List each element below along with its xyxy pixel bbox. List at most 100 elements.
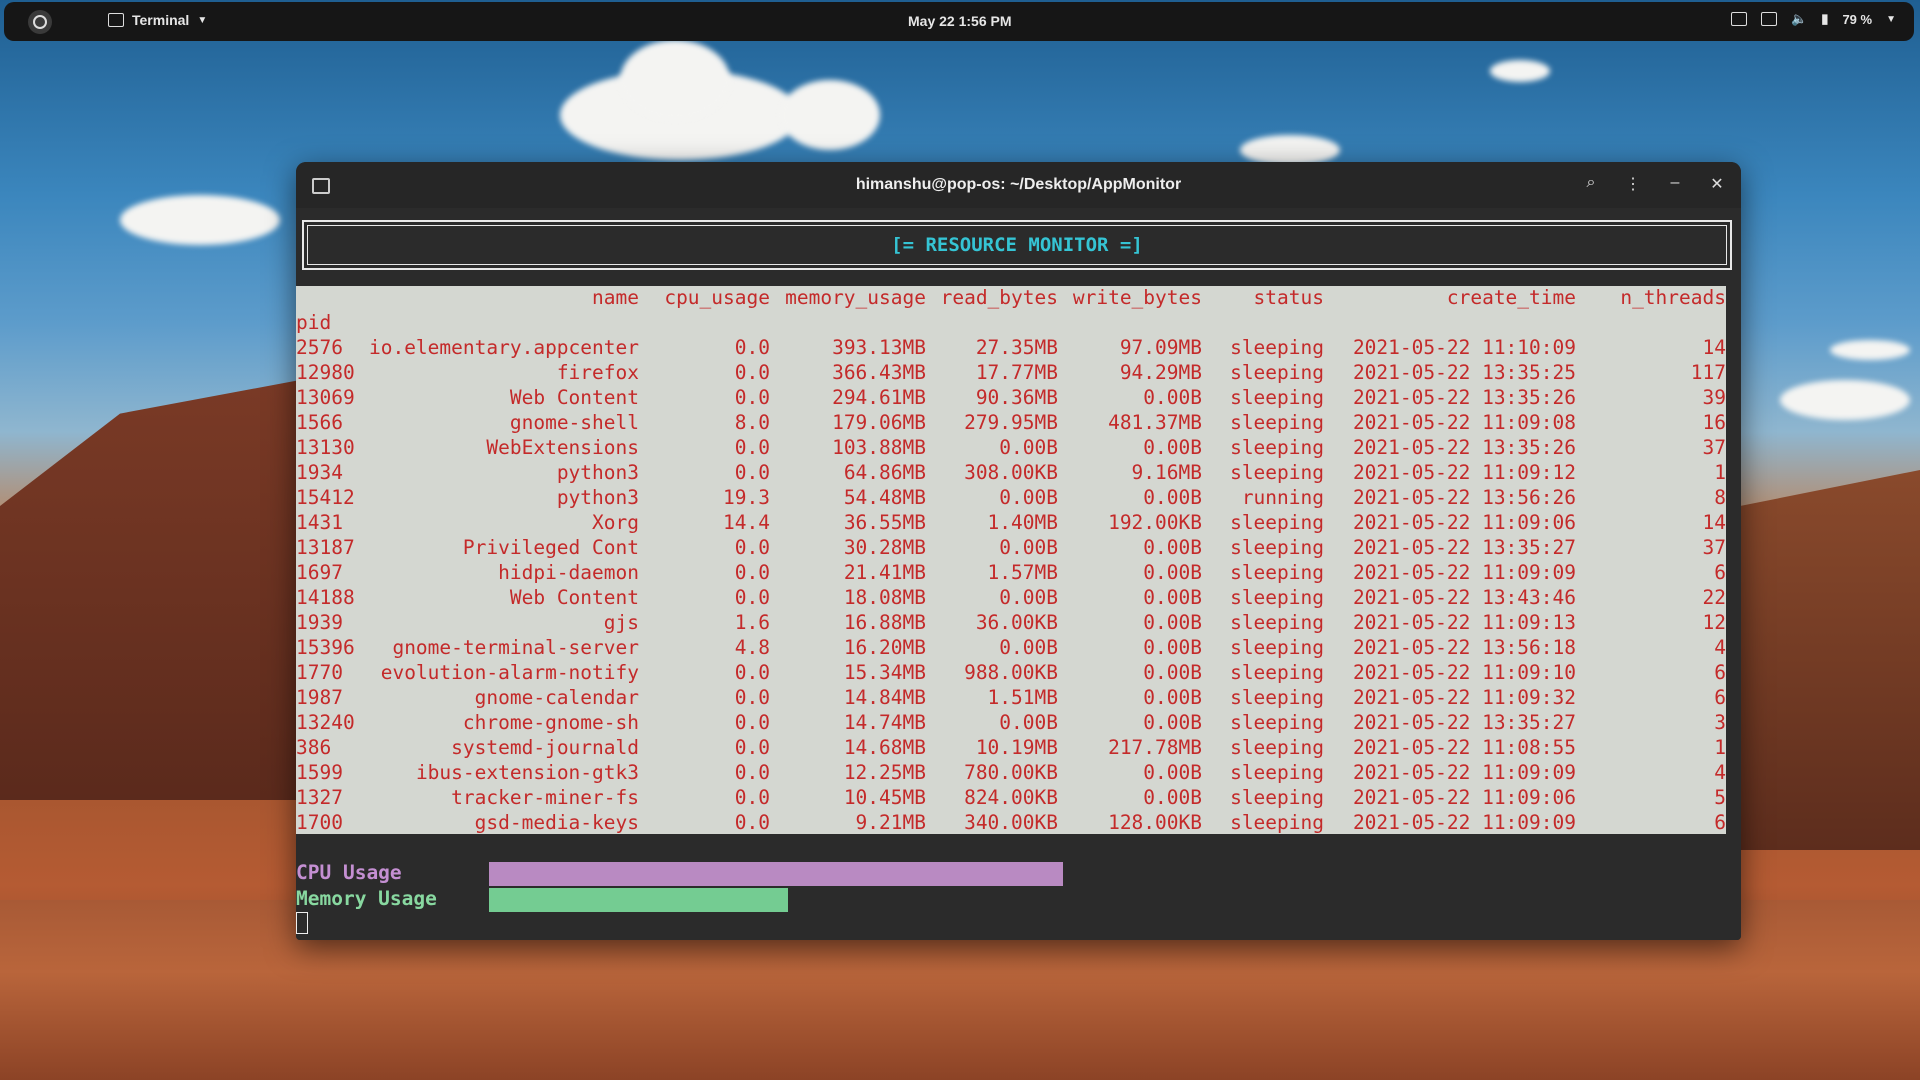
system-tray[interactable]: 🔈 ▮ 79 % ▼ bbox=[1731, 11, 1896, 27]
write-cell: 481.37MB bbox=[1108, 411, 1202, 434]
cpu-cell: 0.0 bbox=[734, 461, 770, 484]
pid-cell: 13187 bbox=[296, 536, 355, 559]
name-cell: WebExtensions bbox=[486, 436, 639, 459]
column-header-write: write_bytes bbox=[1072, 286, 1202, 309]
menu-icon[interactable]: ⋮ bbox=[1625, 174, 1641, 194]
pid-cell: 1599 bbox=[296, 761, 343, 784]
cpu-cell: 0.0 bbox=[734, 361, 770, 384]
threads-cell: 6 bbox=[1714, 561, 1726, 584]
table-row: 1934 python3 0.0 64.86MB 308.00KB 9.16MB sleep… bbox=[296, 461, 1726, 486]
name-cell: python3 bbox=[556, 486, 639, 509]
terminal-cursor bbox=[296, 912, 308, 934]
cpu-cell: 0.0 bbox=[734, 536, 770, 559]
cpu-cell: 0.0 bbox=[734, 711, 770, 734]
threads-cell: 6 bbox=[1714, 811, 1726, 834]
pid-cell: 15412 bbox=[296, 486, 355, 509]
memory-cell: 366.43MB bbox=[832, 361, 926, 384]
name-cell: systemd-journald bbox=[451, 736, 639, 759]
table-row: 15396 gnome-terminal-server 4.8 16.20MB 0.00… bbox=[296, 636, 1726, 661]
write-cell: 128.00KB bbox=[1108, 811, 1202, 834]
cpu-cell: 0.0 bbox=[734, 736, 770, 759]
memory-cell: 36.55MB bbox=[843, 511, 926, 534]
terminal-content[interactable]: [= RESOURCE MONITOR =] name cpu_usage me… bbox=[296, 208, 1741, 940]
create-time-cell: 2021-05-22 11:09:13 bbox=[1352, 611, 1576, 634]
create-time-cell: 2021-05-22 11:10:09 bbox=[1352, 336, 1576, 359]
pid-cell: 1566 bbox=[296, 411, 343, 434]
name-cell: Web Content bbox=[509, 386, 639, 409]
column-header-create-time: create_time bbox=[1446, 286, 1576, 309]
status-cell: sleeping bbox=[1230, 636, 1324, 659]
cpu-cell: 1.6 bbox=[734, 611, 770, 634]
threads-cell: 22 bbox=[1702, 586, 1726, 609]
create-time-cell: 2021-05-22 11:09:09 bbox=[1352, 561, 1576, 584]
window-titlebar[interactable]: himanshu@pop-os: ~/Desktop/AppMonitor ⌕ … bbox=[296, 162, 1741, 208]
top-panel: Terminal ▼ May 22 1:56 PM 🔈 ▮ 79 % ▼ bbox=[4, 2, 1914, 41]
window-title: himanshu@pop-os: ~/Desktop/AppMonitor bbox=[855, 176, 1182, 193]
status-cell: sleeping bbox=[1230, 686, 1324, 709]
cpu-cell: 8.0 bbox=[734, 411, 770, 434]
read-cell: 0.00B bbox=[999, 436, 1058, 459]
cpu-cell: 14.4 bbox=[723, 511, 770, 534]
create-time-cell: 2021-05-22 11:09:32 bbox=[1352, 686, 1576, 709]
minimize-button[interactable]: – bbox=[1667, 174, 1683, 194]
column-header-threads: n_threads bbox=[1620, 286, 1726, 309]
memory-cell: 14.84MB bbox=[843, 686, 926, 709]
table-row: 13069 Web Content 0.0 294.61MB 90.36MB 0.00B s… bbox=[296, 386, 1726, 411]
status-cell: sleeping bbox=[1230, 736, 1324, 759]
pid-cell: 2576 bbox=[296, 336, 343, 359]
pid-cell: 1700 bbox=[296, 811, 343, 834]
read-cell: 0.00B bbox=[999, 711, 1058, 734]
table-row: 1770 evolution-alarm-notify 0.0 15.34MB 988.… bbox=[296, 661, 1726, 686]
threads-cell: 8 bbox=[1714, 486, 1726, 509]
table-row: 13240 chrome-gnome-sh 0.0 14.74MB 0.00B 0.00B… bbox=[296, 711, 1726, 736]
column-header-status: status bbox=[1253, 286, 1324, 309]
threads-cell: 1 bbox=[1714, 461, 1726, 484]
name-cell: gjs bbox=[603, 611, 639, 634]
activities-button[interactable] bbox=[28, 10, 52, 34]
read-cell: 340.00KB bbox=[964, 811, 1058, 834]
read-cell: 90.36MB bbox=[975, 386, 1058, 409]
memory-cell: 30.28MB bbox=[843, 536, 926, 559]
write-cell: 0.00B bbox=[1143, 711, 1202, 734]
app-menu[interactable]: Terminal ▼ bbox=[108, 12, 207, 28]
read-cell: 0.00B bbox=[999, 586, 1058, 609]
status-cell: sleeping bbox=[1230, 411, 1324, 434]
cpu-cell: 0.0 bbox=[734, 586, 770, 609]
name-cell: ibus-extension-gtk3 bbox=[415, 761, 639, 784]
cpu-cell: 0.0 bbox=[734, 811, 770, 834]
cpu-usage-label: CPU Usage bbox=[296, 861, 402, 884]
create-time-cell: 2021-05-22 11:09:08 bbox=[1352, 411, 1576, 434]
memory-cell: 16.20MB bbox=[843, 636, 926, 659]
write-cell: 0.00B bbox=[1143, 686, 1202, 709]
write-cell: 94.29MB bbox=[1119, 361, 1202, 384]
memory-cell: 64.86MB bbox=[843, 461, 926, 484]
column-header-memory: memory_usage bbox=[785, 286, 926, 309]
pid-cell: 12980 bbox=[296, 361, 355, 384]
memory-cell: 12.25MB bbox=[843, 761, 926, 784]
pid-cell: 1987 bbox=[296, 686, 343, 709]
create-time-cell: 2021-05-22 13:35:26 bbox=[1352, 386, 1576, 409]
write-cell: 0.00B bbox=[1143, 786, 1202, 809]
read-cell: 1.57MB bbox=[987, 561, 1058, 584]
clock[interactable]: May 22 1:56 PM bbox=[908, 13, 1012, 29]
write-cell: 0.00B bbox=[1143, 661, 1202, 684]
cpu-cell: 19.3 bbox=[723, 486, 770, 509]
read-cell: 308.00KB bbox=[964, 461, 1058, 484]
pid-cell: 1327 bbox=[296, 786, 343, 809]
cpu-cell: 0.0 bbox=[734, 436, 770, 459]
name-cell: evolution-alarm-notify bbox=[380, 661, 639, 684]
status-cell: sleeping bbox=[1230, 811, 1324, 834]
close-button[interactable]: ✕ bbox=[1709, 174, 1725, 194]
threads-cell: 5 bbox=[1714, 786, 1726, 809]
create-time-cell: 2021-05-22 11:09:10 bbox=[1352, 661, 1576, 684]
memory-cell: 18.08MB bbox=[843, 586, 926, 609]
create-time-cell: 2021-05-22 11:08:55 bbox=[1352, 736, 1576, 759]
write-cell: 217.78MB bbox=[1108, 736, 1202, 759]
pid-cell: 1697 bbox=[296, 561, 343, 584]
threads-cell: 12 bbox=[1702, 611, 1726, 634]
memory-cell: 16.88MB bbox=[843, 611, 926, 634]
monitor-header-box: [= RESOURCE MONITOR =] bbox=[302, 220, 1732, 270]
threads-cell: 14 bbox=[1702, 511, 1726, 534]
search-icon[interactable]: ⌕ bbox=[1583, 174, 1599, 194]
threads-cell: 1 bbox=[1714, 736, 1726, 759]
